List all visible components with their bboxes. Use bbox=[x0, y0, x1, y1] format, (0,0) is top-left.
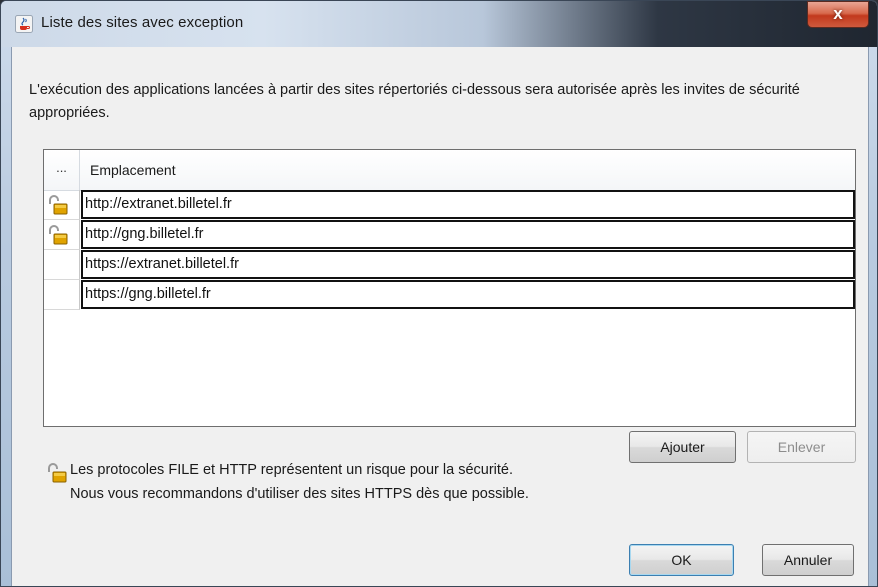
row-icon-cell bbox=[44, 220, 80, 250]
remove-button[interactable]: Enlever bbox=[747, 431, 856, 463]
exception-site-list-dialog: Liste des sites avec exception x L'exécu… bbox=[0, 0, 878, 587]
site-url[interactable]: http://extranet.billetel.fr bbox=[81, 190, 855, 219]
unlocked-padlock-icon bbox=[48, 463, 67, 483]
add-button[interactable]: Ajouter bbox=[629, 431, 736, 463]
icon-column-header[interactable]: ... bbox=[44, 150, 80, 190]
java-cup-icon bbox=[15, 15, 33, 33]
exception-site-table[interactable]: ... Emplacement http://extranet.billetel… bbox=[43, 149, 856, 427]
row-icon-cell bbox=[44, 280, 80, 310]
ok-button[interactable]: OK bbox=[629, 544, 734, 576]
unlocked-padlock-icon bbox=[49, 195, 68, 215]
close-button[interactable]: x bbox=[807, 1, 869, 28]
table-row[interactable]: http://extranet.billetel.fr bbox=[44, 190, 855, 220]
cancel-button[interactable]: Annuler bbox=[762, 544, 854, 576]
table-row[interactable]: https://gng.billetel.fr bbox=[44, 280, 855, 310]
dialog-body: L'exécution des applications lancées à p… bbox=[11, 47, 869, 586]
row-icon-cell bbox=[44, 190, 80, 220]
table-row[interactable]: http://gng.billetel.fr bbox=[44, 220, 855, 250]
row-icon-cell bbox=[44, 250, 80, 280]
unlocked-padlock-icon bbox=[49, 225, 68, 245]
description-text: L'exécution des applications lancées à p… bbox=[29, 82, 800, 121]
security-warning-line-1: Les protocoles FILE et HTTP représentent… bbox=[70, 462, 514, 478]
location-column-header[interactable]: Emplacement bbox=[90, 162, 176, 178]
table-header: ... Emplacement bbox=[44, 150, 855, 191]
site-url[interactable]: http://gng.billetel.fr bbox=[81, 220, 855, 249]
table-row[interactable]: https://extranet.billetel.fr bbox=[44, 250, 855, 280]
site-url[interactable]: https://gng.billetel.fr bbox=[81, 280, 855, 309]
site-url[interactable]: https://extranet.billetel.fr bbox=[81, 250, 855, 279]
security-warning-line-2: Nous vous recommandons d'utiliser des si… bbox=[70, 486, 529, 502]
title-bar[interactable]: Liste des sites avec exception x bbox=[1, 1, 877, 47]
security-warning: Les protocoles FILE et HTTP représentent… bbox=[70, 458, 529, 506]
window-title: Liste des sites avec exception bbox=[41, 14, 244, 31]
